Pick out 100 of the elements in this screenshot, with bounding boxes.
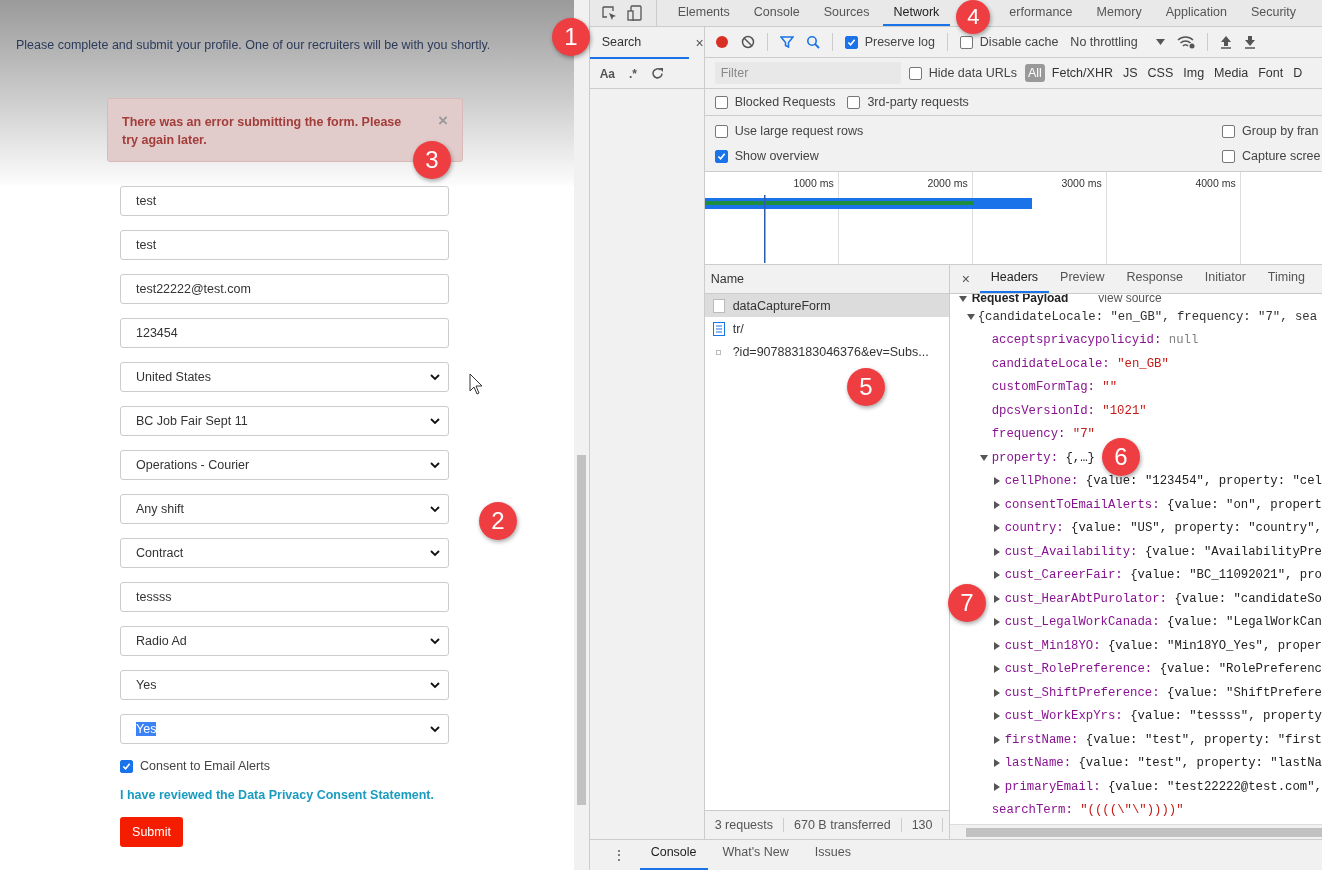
type-filter[interactable]: CSS (1144, 64, 1177, 82)
devtools-tab[interactable]: erformance (998, 0, 1084, 26)
detail-tab[interactable]: Headers (979, 265, 1050, 293)
close-button[interactable]: × (957, 265, 980, 293)
checkbox-label: Hide data URLs (928, 66, 1017, 80)
error-message: There was an error submitting the form. Please try again later. (122, 114, 403, 149)
devtools-tab[interactable]: Application (1154, 0, 1238, 26)
summary-text: 130 (901, 818, 944, 832)
throttling-select[interactable]: No throttling (1070, 35, 1138, 49)
tick-label: 1000 ms (793, 177, 834, 190)
detail-tab[interactable]: Preview (1049, 265, 1116, 293)
summary-text: 670 B transferred (784, 818, 902, 832)
property-key: cust_LegalWorkCanada: (1004, 615, 1160, 630)
devtools-tab[interactable]: Network (882, 0, 951, 26)
input-field[interactable]: tessss (120, 582, 449, 612)
checkbox-label: Use large request rows (734, 124, 864, 138)
submit-button[interactable]: Submit (120, 817, 183, 847)
dropdown-field[interactable]: Contract (120, 538, 449, 568)
dropdown-field[interactable]: Radio Ad (120, 626, 449, 656)
dropdown-field[interactable]: Yes (120, 714, 449, 744)
checkbox-label: Capture scree (1242, 149, 1321, 163)
dropdown-field[interactable]: BC Job Fair Sept 11 (120, 406, 449, 436)
type-filter[interactable]: Fetch/XHR (1048, 64, 1116, 82)
property-value: {value: "ShiftPrefere (1167, 685, 1322, 700)
checkbox-label: Group by fran (1242, 124, 1319, 138)
property-value: {,…} (1065, 450, 1095, 465)
property-key: lastName: (1004, 756, 1072, 771)
property-key: cust_Min18YO: (1004, 638, 1101, 653)
view-source-link[interactable]: view source (1098, 294, 1162, 305)
match-case-toggle[interactable]: Aa (599, 66, 615, 81)
property-value: {value: "123454", property: "cel (1085, 474, 1322, 489)
property-value: {value: "on", propert (1167, 497, 1322, 512)
property-value: null (1168, 333, 1199, 348)
property-key: country: (1004, 521, 1064, 536)
intro-text: Please complete and submit your profile. One of our recruiters will be with you shortly. (16, 38, 492, 52)
type-filter[interactable]: Img (1180, 64, 1208, 82)
dropdown-field[interactable]: Yes (120, 670, 449, 700)
property-key: cellPhone: (1004, 474, 1079, 489)
property-value: "" (1102, 380, 1118, 395)
property-key: customFormTag: (991, 380, 1095, 395)
column-header[interactable]: Name (710, 272, 744, 286)
drawer-tab[interactable]: Console (639, 840, 708, 870)
checkbox-label: Preserve log (864, 35, 935, 49)
property-key: property: (991, 450, 1059, 465)
property-key: cust_CareerFair: (1004, 568, 1123, 583)
drawer-tab[interactable]: Issues (803, 840, 862, 870)
callout-badge: 4 (956, 0, 991, 34)
property-value: {value: "test22222@test.com", (1108, 779, 1322, 794)
property-key: primaryEmail: (1004, 779, 1101, 794)
property-key: searchTerm: (991, 803, 1073, 818)
close-button[interactable]: × (695, 27, 704, 59)
section-title: Request Payload (971, 294, 1069, 305)
property-key: cust_ShiftPreference: (1004, 685, 1160, 700)
property-value: "((((\"\"))))" (1080, 803, 1184, 818)
devtools-tab[interactable]: Elements (666, 0, 741, 26)
menu-button[interactable]: ⋮ (601, 840, 636, 870)
property-value: {value: "RolePreferenc (1159, 662, 1322, 677)
detail-tab[interactable]: Initiator (1193, 265, 1257, 293)
tick-label: 3000 ms (1061, 177, 1102, 190)
checkbox-label: Show overview (734, 149, 819, 163)
type-filter[interactable]: D (1290, 64, 1306, 82)
property-key: dpcsVersionId: (991, 403, 1095, 418)
devtools-tab[interactable]: Console (742, 0, 811, 26)
input-field[interactable]: test (120, 186, 449, 216)
checkbox-label: Consent to Email Alerts (140, 759, 270, 773)
detail-tab[interactable]: Timing (1256, 265, 1316, 293)
dropdown-field[interactable]: Any shift (120, 494, 449, 524)
property-key: cust_RolePreference: (1004, 662, 1153, 677)
checkbox-label: 3rd-party requests (867, 95, 969, 109)
property-value: {value: "Min18YO_Yes", proper (1108, 638, 1322, 653)
request-row[interactable]: dataCaptureForm (704, 294, 949, 317)
input-field[interactable]: test22222@test.com (120, 274, 449, 304)
dropdown-field[interactable]: United States (120, 362, 449, 392)
property-key: consentToEmailAlerts: (1004, 497, 1160, 512)
property-value: {value: "LegalWorkCan (1167, 615, 1322, 630)
property-value: "en_GB" (1117, 356, 1169, 371)
property-key: frequency: (991, 427, 1066, 442)
tick-label: 2000 ms (927, 177, 968, 190)
property-key: acceptsprivacypolicyid: (991, 333, 1162, 348)
detail-tab[interactable]: Response (1115, 265, 1194, 293)
property-value: {value: "AvailabilityPre (1144, 544, 1322, 559)
input-field[interactable]: 123454 (120, 318, 449, 348)
checkbox-label: Disable cache (979, 35, 1059, 49)
type-filter[interactable]: JS (1119, 64, 1141, 82)
property-key: cust_Availability: (1004, 544, 1138, 559)
type-filter[interactable]: Font (1255, 64, 1287, 82)
drawer-tab[interactable]: What's New (711, 840, 800, 870)
devtools-tab[interactable]: Security (1239, 0, 1308, 26)
devtools-tab[interactable]: Sources (812, 0, 881, 26)
property-value: "7" (1072, 427, 1095, 442)
dropdown-field[interactable]: Operations - Courier (120, 450, 449, 480)
devtools-tab[interactable]: Memory (1085, 0, 1153, 26)
tick-label: 4000 ms (1195, 177, 1236, 190)
input-field[interactable]: test (120, 230, 449, 260)
property-value: {value: "BC_11092021", pro (1130, 568, 1322, 583)
property-key: cust_HearAbtPurolator: (1004, 591, 1167, 606)
object-summary: {candidateLocale: "en_GB", frequency: "7", sea (977, 309, 1318, 324)
regex-toggle[interactable]: .* (629, 66, 637, 81)
property-value: {value: "tessss", property (1130, 709, 1322, 724)
type-filter[interactable]: Media (1211, 64, 1252, 82)
